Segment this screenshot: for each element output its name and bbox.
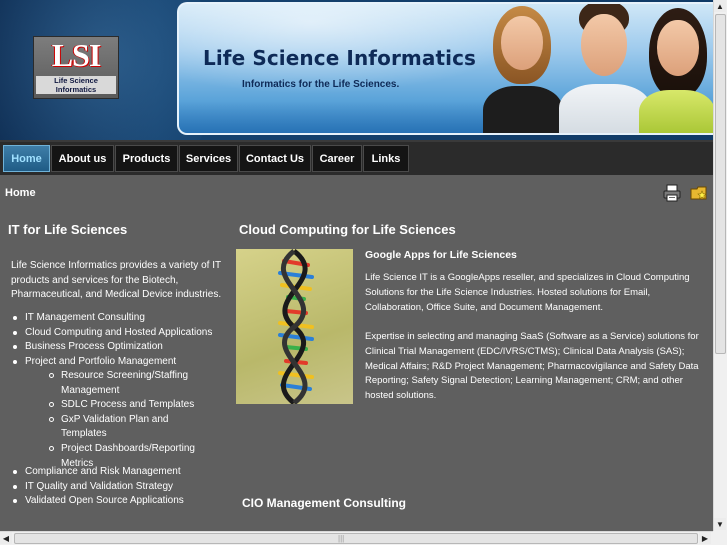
site-title: Life Science Informatics <box>203 46 477 70</box>
list-item: Project and Portfolio Management <box>11 355 212 370</box>
dna-helix-image <box>236 249 353 404</box>
nav-career[interactable]: Career <box>312 145 362 172</box>
services-list-continued: Compliance and Risk Management IT Qualit… <box>11 465 184 509</box>
list-item: SDLC Process and Templates <box>47 398 211 413</box>
bookmark-folder-icon[interactable] <box>690 184 708 202</box>
google-apps-paragraph: Life Science IT is a GoogleApps reseller… <box>365 272 690 313</box>
list-item: Business Process Optimization <box>11 340 212 355</box>
vertical-scroll-thumb[interactable] <box>715 14 726 354</box>
nav-products[interactable]: Products <box>115 145 178 172</box>
vertical-scrollbar[interactable]: ▲ ▼ <box>713 0 727 531</box>
horizontal-scrollbar[interactable]: ◀ ||| ▶ <box>0 531 713 545</box>
banner-panel: Life Science Informatics Informatics for… <box>177 2 713 135</box>
list-item: Resource Screening/Staffing Management <box>47 369 211 398</box>
nav-about-us[interactable]: About us <box>51 145 114 172</box>
list-item: IT Management Consulting <box>11 311 212 326</box>
horizontal-scroll-thumb[interactable]: ||| <box>14 533 698 544</box>
it-life-sciences-heading: IT for Life Sciences <box>8 222 128 237</box>
project-management-sublist: Resource Screening/Staffing Management S… <box>11 369 211 471</box>
site-banner: LSI Life Science Informatics Life Scienc… <box>0 0 713 140</box>
scroll-grip-icon: ||| <box>338 534 345 543</box>
cio-consulting-heading: CIO Management Consulting <box>242 496 407 510</box>
nav-links[interactable]: Links <box>363 145 409 172</box>
scroll-right-arrow-icon[interactable]: ▶ <box>699 532 711 544</box>
breadcrumb: Home <box>5 187 36 199</box>
site-logo[interactable]: LSI Life Science Informatics <box>33 36 119 99</box>
banner-people-photo <box>479 4 713 133</box>
logo-subtitle-line2: Informatics <box>36 85 116 94</box>
intro-text: Life Science Informatics provides a vari… <box>11 260 222 300</box>
logo-subtitle-line1: Life Science <box>36 76 116 85</box>
saas-expertise-paragraph: Expertise in selecting and managing SaaS… <box>365 331 699 402</box>
list-item: Cloud Computing and Hosted Applications <box>11 326 212 341</box>
list-item: GxP Validation Plan and Templates <box>47 413 211 442</box>
scroll-left-arrow-icon[interactable]: ◀ <box>0 532 12 544</box>
list-item: Validated Open Source Applications <box>11 494 184 509</box>
print-icon[interactable] <box>663 184 681 202</box>
list-item: IT Quality and Validation Strategy <box>11 480 184 495</box>
cloud-computing-heading: Cloud Computing for Life Sciences <box>239 222 456 237</box>
logo-text: LSI <box>51 37 102 73</box>
site-tagline: Informatics for the Life Sciences. <box>242 79 400 90</box>
nav-contact-us[interactable]: Contact Us <box>239 145 311 172</box>
nav-home[interactable]: Home <box>3 145 50 172</box>
scroll-down-arrow-icon[interactable]: ▼ <box>714 518 726 530</box>
main-navigation: Home About us Products Services Contact … <box>0 140 713 175</box>
nav-services[interactable]: Services <box>179 145 238 172</box>
google-apps-subheading: Google Apps for Life Sciences <box>365 249 517 261</box>
breadcrumb-bar <box>0 178 713 206</box>
scroll-up-arrow-icon[interactable]: ▲ <box>714 0 726 12</box>
scrollbar-corner <box>713 531 727 545</box>
list-item: Compliance and Risk Management <box>11 465 184 480</box>
services-list: IT Management Consulting Cloud Computing… <box>11 311 212 369</box>
